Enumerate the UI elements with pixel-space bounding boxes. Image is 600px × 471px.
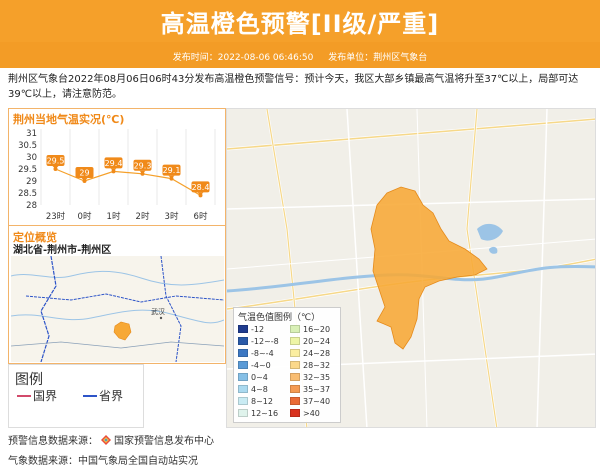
x-tick-label: 23时 xyxy=(46,211,66,222)
color-legend-label: 12~16 xyxy=(251,409,279,418)
overview-map[interactable]: 武汉 xyxy=(11,256,224,362)
color-legend-label: -4~0 xyxy=(251,361,271,370)
data-label: 29.5 xyxy=(47,157,65,166)
color-legend-swatch xyxy=(238,325,248,333)
color-legend-swatch xyxy=(290,397,300,405)
color-legend-label: 37~40 xyxy=(303,397,331,406)
color-legend-item: >40 xyxy=(290,408,320,419)
color-legend-label: 20~24 xyxy=(303,337,331,346)
warning-source-label: 预警信息数据来源： xyxy=(8,436,98,447)
color-legend-swatch xyxy=(238,361,248,369)
color-legend-label: -12~-8 xyxy=(251,337,279,346)
color-legend-label: 0~4 xyxy=(251,373,268,382)
color-legend-title: 气温色值图例（℃） xyxy=(238,313,321,323)
province-border-label: 省界 xyxy=(99,389,124,403)
color-legend-item: 24~28 xyxy=(290,348,330,359)
y-tick-label: 30 xyxy=(26,153,37,163)
publish-info-bar: 发布时间：2022-08-06 06:46:50 发布单位：荆州区气象台 xyxy=(0,42,600,68)
color-legend-label: >40 xyxy=(303,409,320,418)
color-legend-item: -4~0 xyxy=(238,360,271,371)
x-tick-label: 2时 xyxy=(136,211,150,222)
national-border-swatch xyxy=(17,395,31,397)
y-tick-label: 28 xyxy=(26,201,37,211)
color-legend-item: 37~40 xyxy=(290,396,330,407)
y-tick-label: 29 xyxy=(26,177,37,187)
color-legend-swatch xyxy=(290,385,300,393)
color-legend-label: 8~12 xyxy=(251,397,273,406)
color-legend-label: 24~28 xyxy=(303,349,331,358)
color-legend-swatch xyxy=(290,349,300,357)
temperature-color-legend: 气温色值图例（℃） -12 -12~-8 -8~-4 -4~0 0~4 4~8 8~12 12… xyxy=(233,307,341,423)
province-border-swatch xyxy=(83,395,97,397)
color-legend-item: 20~24 xyxy=(290,336,330,347)
location-panel: 定位概览 湖北省-荆州市-荆州区 武汉 xyxy=(8,226,226,364)
data-label: 28.4 xyxy=(192,183,210,192)
warning-center-logo-icon xyxy=(101,435,111,445)
weather-source: 气象数据来源：中国气象局全国自动站实况 xyxy=(8,456,198,467)
data-label: 29.3 xyxy=(134,161,152,170)
color-legend-swatch xyxy=(238,397,248,405)
color-legend-swatch xyxy=(238,373,248,381)
color-legend-swatch xyxy=(290,361,300,369)
color-legend-item: -8~-4 xyxy=(238,348,274,359)
data-label: 29.4 xyxy=(105,159,123,168)
color-legend-item: 32~35 xyxy=(290,372,330,383)
color-legend-item: 35~37 xyxy=(290,384,330,395)
warning-banner: 高温橙色预警[II级/严重] xyxy=(0,0,600,42)
color-legend-label: 28~32 xyxy=(303,361,331,370)
color-legend-item: 8~12 xyxy=(238,396,273,407)
left-column: 荆州当地气温实况(℃) 31 30.5 30 29.5 29 28.5 28 29.5 23时 2… xyxy=(8,108,226,428)
color-legend-swatch xyxy=(238,409,248,417)
color-legend-label: 4~8 xyxy=(251,385,268,394)
warning-description: 荆州区气象台2022年08月06日06时43分发布高温橙色预警信号：预计今天，我… xyxy=(8,74,579,100)
y-tick-label: 29.5 xyxy=(18,165,37,175)
warning-title: 高温橙色预警[II级/严重] xyxy=(160,10,440,38)
warning-map[interactable]: 气温色值图例（℃） -12 -12~-8 -8~-4 -4~0 0~4 4~8 8~12 12… xyxy=(226,108,596,428)
color-legend-swatch xyxy=(238,349,248,357)
color-legend-item: 0~4 xyxy=(238,372,268,383)
color-legend-swatch xyxy=(290,373,300,381)
color-legend-label: -8~-4 xyxy=(251,349,274,358)
color-legend-label: 16~20 xyxy=(303,325,331,334)
color-legend-swatch xyxy=(238,337,248,345)
x-tick-label: 3时 xyxy=(165,211,179,222)
publish-unit: 发布单位：荆州区气象台 xyxy=(328,53,428,63)
color-legend-label: -12 xyxy=(251,325,265,334)
x-tick-label: 6时 xyxy=(194,211,208,222)
color-legend-item: 28~32 xyxy=(290,360,330,371)
data-label-pointer xyxy=(52,166,59,169)
data-label: 29.1 xyxy=(163,166,181,175)
data-label-pointer xyxy=(110,168,117,172)
x-tick-label: 0时 xyxy=(78,211,92,222)
warning-source: 预警信息数据来源： 国家预警信息发布中心 xyxy=(8,432,214,447)
warning-source-name: 国家预警信息发布中心 xyxy=(114,436,214,447)
location-path: 湖北省-荆州市-荆州区 xyxy=(13,245,112,256)
y-tick-label: 31 xyxy=(26,129,37,139)
temperature-panel-title: 荆州当地气温实况(℃) xyxy=(13,113,125,126)
national-border-label: 国界 xyxy=(33,389,58,403)
boundary-legend-title: 图例 xyxy=(15,372,43,388)
publish-time: 发布时间：2022-08-06 06:46:50 xyxy=(172,53,314,63)
color-legend-swatch xyxy=(290,409,300,417)
color-legend-label: 35~37 xyxy=(303,385,331,394)
color-legend-swatch xyxy=(238,385,248,393)
color-legend-item: 4~8 xyxy=(238,384,268,395)
color-legend-swatch xyxy=(290,337,300,345)
wuhan-label: 武汉 xyxy=(151,307,165,316)
color-legend-swatch xyxy=(290,325,300,333)
y-tick-label: 30.5 xyxy=(18,141,37,151)
color-legend-label: 32~35 xyxy=(303,373,331,382)
color-legend-item: -12 xyxy=(238,324,264,335)
data-label: 29 xyxy=(79,169,89,178)
temperature-panel: 荆州当地气温实况(℃) 31 30.5 30 29.5 29 28.5 28 29.5 23时 2… xyxy=(8,108,226,226)
y-tick-label: 28.5 xyxy=(18,189,37,199)
color-legend-item: 12~16 xyxy=(238,408,278,419)
boundary-legend: 图例 国界 省界 xyxy=(8,364,144,428)
color-legend-item: 16~20 xyxy=(290,324,330,335)
x-tick-label: 1时 xyxy=(107,211,121,222)
color-legend-item: -12~-8 xyxy=(238,336,279,347)
